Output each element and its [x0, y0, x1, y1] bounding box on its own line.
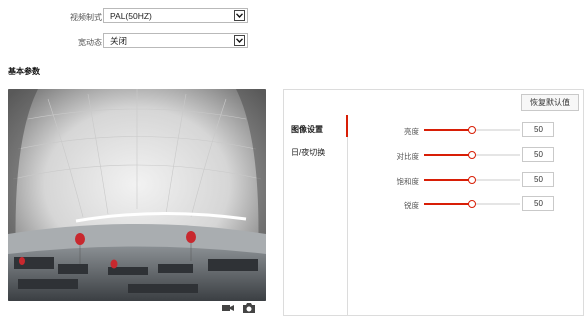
slider-label-brightness: 亮度 [404, 127, 419, 136]
video-standard-label: 视频制式 [70, 13, 102, 22]
sharpness-slider[interactable] [424, 200, 520, 208]
slider-handle[interactable] [468, 176, 476, 184]
slider-handle[interactable] [468, 126, 476, 134]
slider-handle[interactable] [468, 151, 476, 159]
saturation-slider[interactable] [424, 176, 520, 184]
saturation-input[interactable]: 50 [522, 172, 554, 187]
chevron-down-icon [234, 10, 245, 21]
section-title: 基本参数 [8, 67, 40, 76]
camera-icon[interactable] [243, 302, 255, 313]
sharpness-input[interactable]: 50 [522, 196, 554, 211]
slider-label-saturation: 饱和度 [396, 177, 420, 186]
brightness-input[interactable]: 50 [522, 122, 554, 137]
slider-label-sharpness: 锐度 [404, 201, 419, 210]
camera-feed-image [8, 89, 266, 301]
active-tab-indicator [346, 115, 348, 137]
reset-defaults-button[interactable]: 恢复默认值 [521, 94, 579, 111]
wdr-value: 关闭 [110, 35, 128, 46]
slider-handle[interactable] [468, 200, 476, 208]
tab-divider [347, 137, 348, 316]
video-standard-value: PAL(50HZ) [110, 10, 152, 21]
contrast-input[interactable]: 50 [522, 147, 554, 162]
contrast-slider[interactable] [424, 151, 520, 159]
video-preview[interactable] [8, 89, 266, 301]
wdr-label: 宽动态 [78, 38, 102, 47]
chevron-down-icon [234, 35, 245, 46]
slider-label-contrast: 对比度 [396, 152, 420, 161]
video-camera-icon[interactable] [222, 303, 234, 313]
wdr-select[interactable]: 关闭 [103, 33, 248, 48]
brightness-slider[interactable] [424, 126, 520, 134]
tab-image-settings[interactable]: 图像设置 [291, 124, 323, 135]
tab-day-night-switch[interactable]: 日/夜切换 [291, 147, 325, 158]
video-standard-select[interactable]: PAL(50HZ) [103, 8, 248, 23]
